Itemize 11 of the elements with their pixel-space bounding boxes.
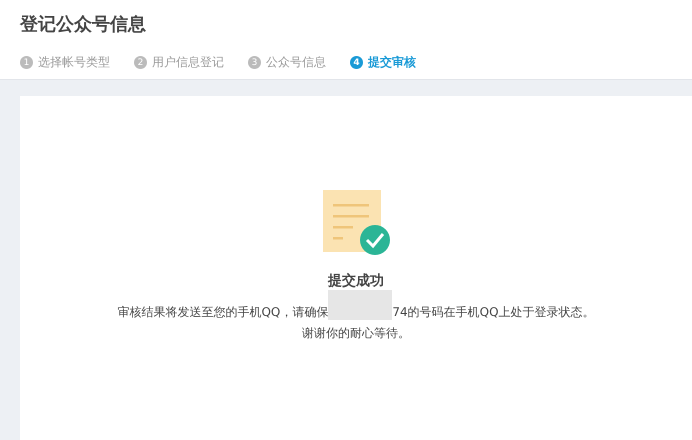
step-tab[interactable]: 2 用户信息登记 [134, 54, 224, 71]
step-tab[interactable]: 4 提交审核 [350, 54, 416, 71]
success-title: 提交成功 [328, 272, 384, 290]
document-check-icon [321, 188, 391, 258]
message-text: 74的号码在手机QQ上处于登录状态。 [392, 304, 595, 321]
step-tab[interactable]: 3 公众号信息 [248, 54, 326, 71]
redaction-block [328, 290, 392, 320]
message-text: 审核结果将发送至您的手机QQ，请确保 [117, 304, 328, 321]
page-title: 登记公众号信息 [20, 13, 147, 37]
message-text: 谢谢你的耐心等待。 [302, 325, 410, 342]
step-tab[interactable]: 1 选择帐号类型 [20, 54, 110, 71]
